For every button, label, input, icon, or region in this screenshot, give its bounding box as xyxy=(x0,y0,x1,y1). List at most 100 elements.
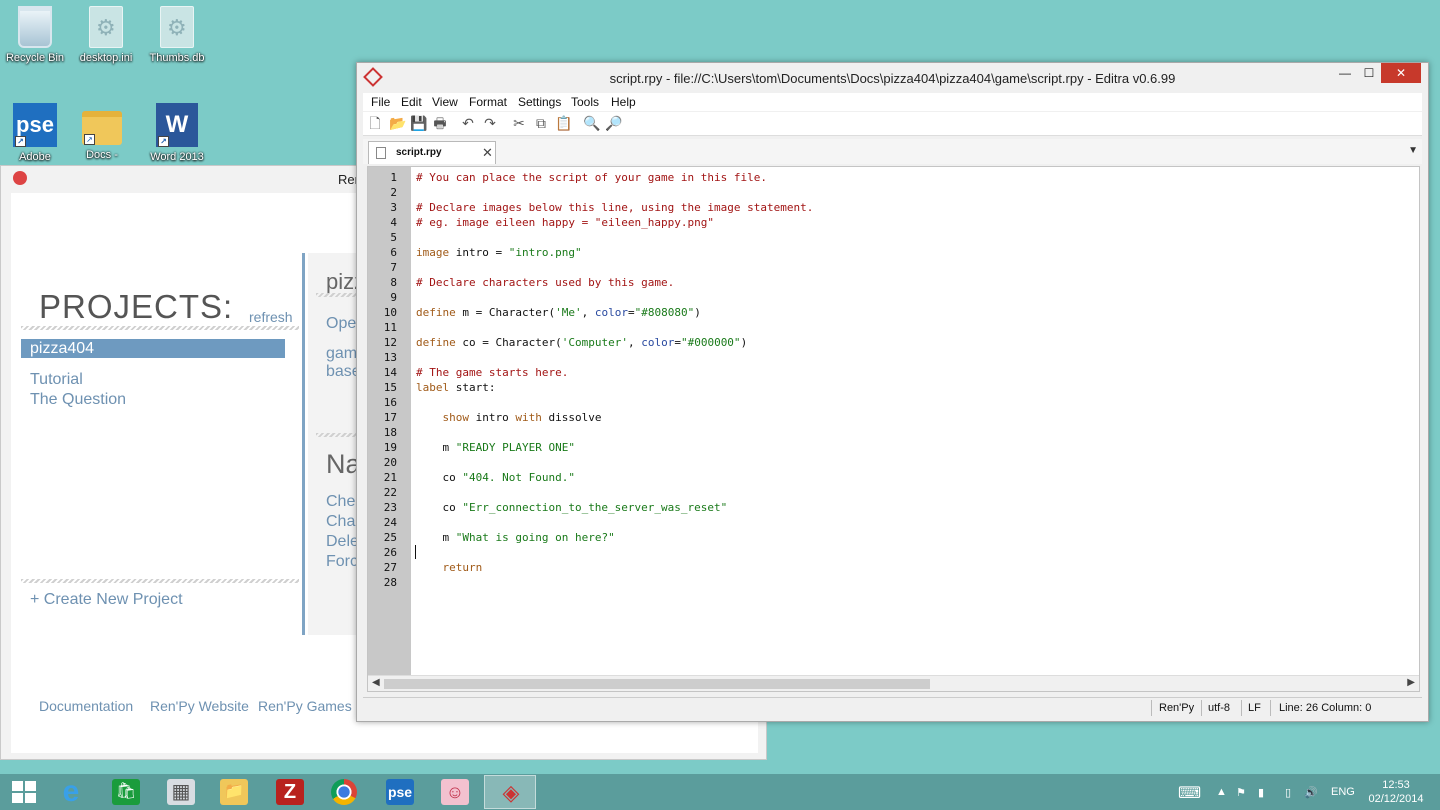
taskbar-chrome[interactable]: ◎ xyxy=(319,775,371,809)
taskbar-file-explorer[interactable]: 📁 xyxy=(208,775,260,809)
find-replace-icon[interactable]: 🔎 xyxy=(605,115,622,131)
scrollbar-thumb[interactable] xyxy=(384,679,930,689)
nav-link[interactable]: Dele xyxy=(326,533,359,551)
open-game-link[interactable]: gam xyxy=(326,345,357,363)
save-icon[interactable]: 💾 xyxy=(410,115,427,131)
tab-label: script.rpy xyxy=(396,147,442,158)
maximize-button[interactable]: ☐ xyxy=(1359,63,1379,83)
cut-icon[interactable]: ✂ xyxy=(511,115,527,131)
refresh-link[interactable]: refresh xyxy=(249,309,293,325)
code-line[interactable]: show intro with dissolve xyxy=(416,411,602,424)
menu-help[interactable]: Help xyxy=(611,95,636,109)
code-token: = xyxy=(627,306,635,319)
recycle-bin-icon xyxy=(18,6,52,48)
code-token: 'Me' xyxy=(555,306,582,319)
menu-view[interactable]: View xyxy=(432,95,458,109)
documentation-link[interactable]: Documentation xyxy=(39,698,133,714)
code-line[interactable]: label start: xyxy=(416,381,495,394)
code-line[interactable]: co "Err_connection_to_the_server_was_res… xyxy=(416,501,727,514)
horizontal-scrollbar[interactable]: ◀ ▶ xyxy=(368,675,1419,691)
status-separator xyxy=(1151,700,1152,716)
photoshop-elements-icon: pse ↗ xyxy=(13,103,57,147)
code-line[interactable]: m "What is going on here?" xyxy=(416,531,614,544)
desktop-icon-adobe[interactable]: pse ↗ Adobe xyxy=(0,103,70,163)
editra-window: script.rpy - file://C:\Users\tom\Documen… xyxy=(356,62,1429,722)
desktop-icon-thumbs-db[interactable]: Thumbs.db xyxy=(142,6,212,64)
editra-titlebar[interactable]: script.rpy - file://C:\Users\tom\Documen… xyxy=(357,63,1428,93)
show-hidden-icons-icon[interactable]: ▲ xyxy=(1216,786,1227,798)
code-line[interactable]: # Declare images below this line, using … xyxy=(416,201,813,214)
print-icon[interactable]: 🖶 xyxy=(432,115,448,131)
code-line[interactable]: m "READY PLAYER ONE" xyxy=(416,441,574,454)
code-token: m = Character( xyxy=(455,306,556,319)
scroll-left-icon[interactable]: ◀ xyxy=(372,677,380,688)
menu-file[interactable]: File xyxy=(371,95,390,109)
tab-close-icon[interactable]: ✕ xyxy=(482,145,493,161)
minimize-button[interactable]: — xyxy=(1335,63,1355,83)
undo-icon[interactable]: ↶ xyxy=(460,115,476,131)
code-line[interactable]: # Declare characters used by this game. xyxy=(416,276,674,289)
close-button[interactable]: ✕ xyxy=(1381,63,1421,83)
taskbar-filezilla[interactable]: Z xyxy=(264,775,316,809)
renpy-website-link[interactable]: Ren'Py Website xyxy=(150,698,249,714)
menu-tools[interactable]: Tools xyxy=(571,95,599,109)
code-line[interactable]: # You can place the script of your game … xyxy=(416,171,767,184)
project-item[interactable]: Tutorial xyxy=(30,371,83,389)
photoshop-elements-icon: pse xyxy=(386,779,414,805)
code-line[interactable]: define m = Character('Me', color="#80808… xyxy=(416,306,701,319)
taskbar-internet-explorer[interactable]: e xyxy=(45,775,97,809)
desktop-icon-desktop-ini[interactable]: desktop.ini xyxy=(71,6,141,64)
new-file-icon[interactable]: 🗋 xyxy=(367,115,383,131)
project-item[interactable]: The Question xyxy=(30,391,126,409)
desktop-icon-docs[interactable]: ↗ Docs - xyxy=(67,103,137,161)
code-token: intro xyxy=(469,411,516,424)
code-token: label xyxy=(416,381,450,394)
action-center-flag-icon[interactable]: ⚑ xyxy=(1236,786,1246,799)
code-line[interactable]: co "404. Not Found." xyxy=(416,471,574,484)
code-line[interactable]: # The game starts here. xyxy=(416,366,568,379)
code-token: co xyxy=(416,471,463,484)
taskbar-renpy[interactable]: ☺ xyxy=(429,775,481,809)
code-editor[interactable]: 1 2 3 4 5 6 7 8 9 10 11 12 13 14 15 16 17 18 19 20 21 22 23 24 2… xyxy=(367,166,1420,692)
tab-script-rpy[interactable]: script.rpy ✕ xyxy=(368,141,496,164)
code-token: = xyxy=(674,336,681,349)
taskbar-photoshop-elements[interactable]: pse xyxy=(374,775,426,809)
menu-settings[interactable]: Settings xyxy=(518,95,561,109)
desktop-icon-word[interactable]: W ↗ Word 2013 xyxy=(142,103,212,163)
language-indicator[interactable]: ENG xyxy=(1331,786,1355,798)
redo-icon[interactable]: ↷ xyxy=(482,115,498,131)
taskbar-calculator[interactable]: ▦ xyxy=(155,775,207,809)
paste-icon[interactable]: 📋 xyxy=(555,115,572,131)
keyboard-icon[interactable]: ⌨ xyxy=(1178,783,1201,803)
code-line[interactable]: image intro = "intro.png" xyxy=(416,246,582,259)
find-icon[interactable]: 🔍 xyxy=(583,115,600,131)
renpy-games-link[interactable]: Ren'Py Games Li xyxy=(258,698,367,714)
battery-icon[interactable]: ▯ xyxy=(1285,786,1291,799)
code-token: , xyxy=(581,306,595,319)
code-line[interactable]: # eg. image eileen happy = "eileen_happy… xyxy=(416,216,714,229)
menu-edit[interactable]: Edit xyxy=(401,95,422,109)
desktop-icon-recycle-bin[interactable]: Recycle Bin xyxy=(0,6,70,64)
code-line[interactable]: define co = Character('Computer', color=… xyxy=(416,336,747,349)
code-line[interactable]: return xyxy=(416,561,483,574)
line-number: 27 xyxy=(383,561,397,574)
line-number: 22 xyxy=(383,486,397,499)
scroll-right-icon[interactable]: ▶ xyxy=(1407,677,1415,688)
taskbar-editra[interactable]: ◈ xyxy=(484,775,536,809)
copy-icon[interactable]: ⧉ xyxy=(533,115,549,131)
taskbar-store[interactable]: 🛍 xyxy=(100,775,152,809)
tab-dropdown-icon[interactable]: ▼ xyxy=(1408,145,1418,156)
settings-file-icon xyxy=(160,6,194,48)
project-item-selected[interactable]: pizza404 xyxy=(21,339,285,358)
menu-format[interactable]: Format xyxy=(469,95,507,109)
create-new-project-link[interactable]: + Create New Project xyxy=(30,591,183,609)
nav-link[interactable]: Forc xyxy=(326,553,358,571)
line-number: 5 xyxy=(390,231,397,244)
network-icon[interactable]: ▮ xyxy=(1258,786,1264,799)
volume-icon[interactable]: 🔊 xyxy=(1304,786,1318,799)
document-icon xyxy=(376,147,386,159)
open-folder-icon[interactable]: 📂 xyxy=(389,115,406,131)
line-number: 21 xyxy=(383,471,397,484)
clock[interactable]: 12:53 02/12/2014 xyxy=(1366,778,1426,806)
